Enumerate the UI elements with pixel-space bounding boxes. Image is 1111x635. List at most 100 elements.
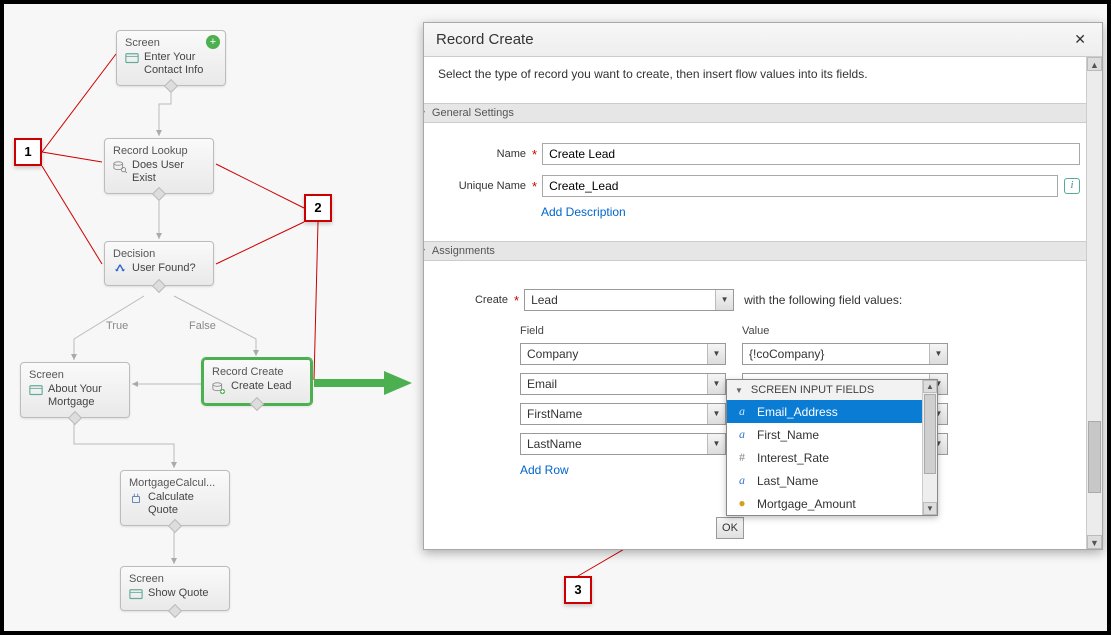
screen-icon	[125, 52, 139, 66]
currency-type-icon: ●	[735, 496, 749, 511]
dialog-intro: Select the type of record you want to cr…	[438, 67, 1080, 81]
node-record-lookup[interactable]: Record Lookup Does User Exist	[104, 138, 214, 194]
node-type: Decision	[113, 248, 205, 260]
node-title: Enter Your Contact Info	[144, 51, 217, 77]
name-label: Name	[438, 148, 530, 160]
ok-button[interactable]: OK	[716, 517, 744, 539]
db-search-icon	[113, 160, 127, 174]
node-title: User Found?	[132, 262, 196, 275]
dropdown-item-label: First_Name	[757, 428, 819, 442]
required-icon: *	[514, 293, 519, 308]
node-title: Does User Exist	[132, 159, 205, 185]
following-text: with the following field values:	[744, 293, 902, 307]
value-dropdown-popup: ▼ SCREEN INPUT FIELDS a Email_Address a …	[726, 379, 938, 516]
start-badge-icon: +	[206, 35, 220, 49]
add-row-link[interactable]: Add Row	[520, 463, 569, 477]
plugin-icon	[129, 492, 143, 506]
decision-icon	[113, 263, 127, 277]
field-select[interactable]: Company▼	[520, 343, 726, 365]
assignment-row: Company▼ {!coCompany}▼ 🗑	[520, 343, 1080, 365]
dropdown-item[interactable]: # Interest_Rate	[727, 446, 937, 469]
col-header-field: Field	[520, 325, 734, 337]
node-type: Screen	[129, 573, 221, 585]
callout-3: 3	[564, 576, 592, 604]
field-select[interactable]: Email▼	[520, 373, 726, 395]
section-general-settings[interactable]: ▼ General Settings	[424, 103, 1102, 123]
dropdown-item-label: Email_Address	[757, 405, 838, 419]
highlight-arrow-icon	[314, 368, 414, 398]
scroll-up-icon[interactable]: ▲	[923, 380, 937, 393]
dropdown-item-label: Interest_Rate	[757, 451, 829, 465]
node-type: MortgageCalcul...	[129, 477, 221, 489]
node-title: Create Lead	[231, 380, 292, 393]
dropdown-item[interactable]: ● Mortgage_Amount	[727, 492, 937, 515]
object-select[interactable]: Lead ▼	[524, 289, 734, 311]
dropdown-item[interactable]: a Email_Address	[727, 400, 937, 423]
chevron-down-icon: ▼	[707, 344, 725, 364]
scroll-up-icon[interactable]: ▲	[1087, 57, 1102, 71]
edge-label-true: True	[106, 320, 128, 332]
chevron-down-icon: ▼	[707, 374, 725, 394]
dropdown-section-header[interactable]: ▼ SCREEN INPUT FIELDS	[727, 380, 937, 400]
text-type-icon: a	[735, 427, 749, 442]
flow-canvas: + Screen Enter Your Contact Info Record …	[4, 4, 414, 631]
node-type: Record Lookup	[113, 145, 205, 157]
text-type-icon: a	[735, 473, 749, 488]
callout-2: 2	[304, 194, 332, 222]
scroll-thumb[interactable]	[1088, 421, 1101, 493]
chevron-down-icon: ▼	[707, 434, 725, 454]
node-title: Show Quote	[148, 587, 209, 600]
unique-name-input[interactable]	[542, 175, 1058, 197]
node-title: Calculate Quote	[148, 491, 221, 517]
add-description-link[interactable]: Add Description	[541, 205, 626, 219]
node-type: Record Create	[212, 366, 302, 378]
scroll-thumb[interactable]	[924, 394, 936, 474]
collapse-icon: ▼	[735, 386, 743, 395]
edge-label-false: False	[189, 320, 216, 332]
db-add-icon	[212, 381, 226, 395]
section-assignments[interactable]: ▼ Assignments	[424, 241, 1102, 261]
chevron-down-icon: ▼	[715, 290, 733, 310]
callout-1: 1	[14, 138, 42, 166]
number-type-icon: #	[735, 450, 749, 465]
unique-name-label: Unique Name	[438, 180, 530, 192]
node-decision[interactable]: Decision User Found?	[104, 241, 214, 286]
col-header-value: Value	[742, 325, 956, 337]
dropdown-item-label: Last_Name	[757, 474, 818, 488]
name-input[interactable]	[542, 143, 1080, 165]
chevron-down-icon: ▼	[707, 404, 725, 424]
dropdown-item-label: Mortgage_Amount	[757, 497, 856, 511]
field-select[interactable]: FirstName▼	[520, 403, 726, 425]
field-select[interactable]: LastName▼	[520, 433, 726, 455]
create-label: Create	[438, 294, 512, 306]
scroll-down-icon[interactable]: ▼	[1087, 535, 1102, 549]
node-screen-show-quote[interactable]: Screen Show Quote	[120, 566, 230, 611]
chevron-down-icon: ▼	[929, 344, 947, 364]
dropdown-scrollbar[interactable]: ▲ ▼	[922, 380, 937, 515]
node-screen-mortgage[interactable]: Screen About Your Mortgage	[20, 362, 130, 418]
dialog-title: Record Create	[436, 31, 534, 48]
object-select-value: Lead	[525, 290, 715, 310]
node-record-create[interactable]: Record Create Create Lead	[202, 358, 312, 405]
scroll-down-icon[interactable]: ▼	[923, 502, 937, 515]
node-type: Screen	[29, 369, 121, 381]
dropdown-item[interactable]: a First_Name	[727, 423, 937, 446]
screen-icon	[129, 588, 143, 602]
screen-icon	[29, 384, 43, 398]
info-icon[interactable]: i	[1064, 178, 1080, 194]
section-label: Assignments	[432, 245, 495, 257]
dropdown-header-label: SCREEN INPUT FIELDS	[751, 384, 874, 396]
dropdown-item[interactable]: a Last_Name	[727, 469, 937, 492]
value-select[interactable]: {!coCompany}▼	[742, 343, 948, 365]
node-title: About Your Mortgage	[48, 383, 121, 409]
node-screen-contact-info[interactable]: + Screen Enter Your Contact Info	[116, 30, 226, 86]
node-mortgage-calc[interactable]: MortgageCalcul... Calculate Quote	[120, 470, 230, 526]
dialog-scrollbar[interactable]: ▲ ▼	[1086, 57, 1102, 549]
required-icon: *	[532, 179, 537, 194]
node-type: Screen	[125, 37, 217, 49]
collapse-icon: ▼	[424, 108, 427, 118]
close-icon[interactable]: ✕	[1070, 31, 1090, 48]
required-icon: *	[532, 147, 537, 162]
text-type-icon: a	[735, 404, 749, 419]
section-label: General Settings	[432, 107, 514, 119]
